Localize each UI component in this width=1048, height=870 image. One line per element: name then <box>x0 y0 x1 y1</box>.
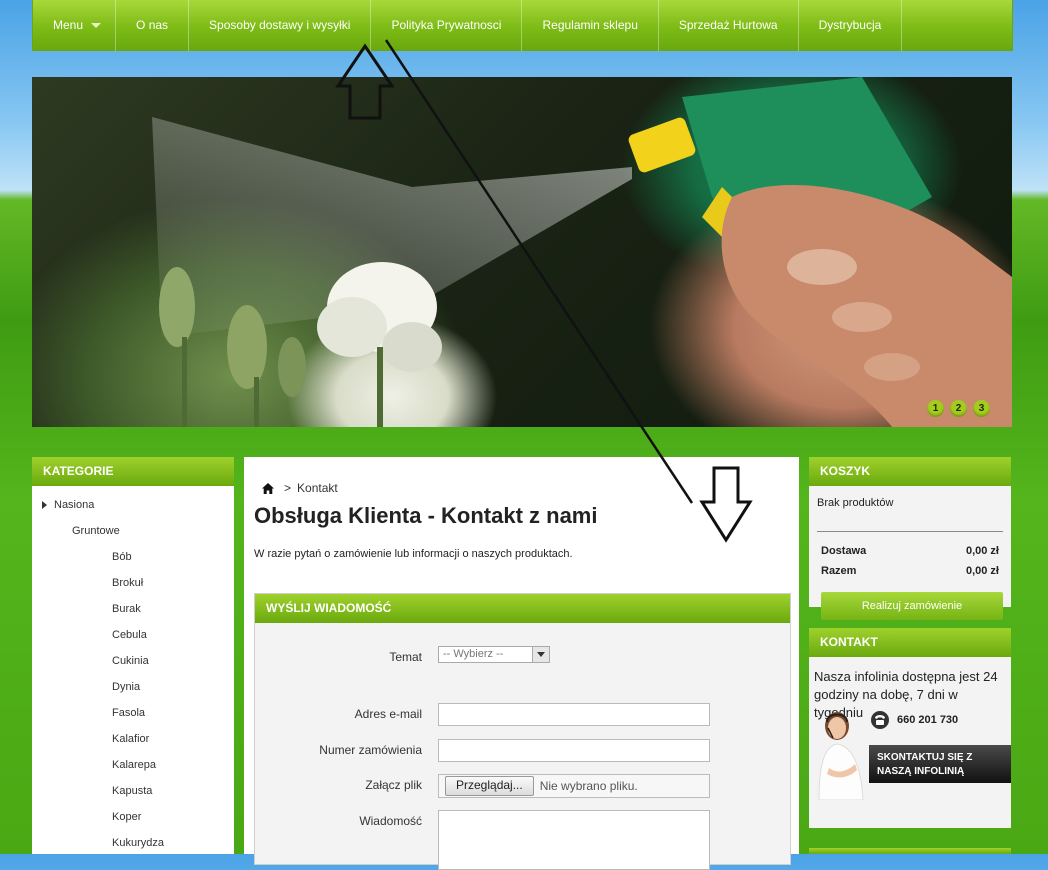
categories-sidebar: KATEGORIE Nasiona Gruntowe Bób Brokuł Bu… <box>32 457 234 854</box>
category-item[interactable]: Kukurydza <box>32 830 234 856</box>
category-item[interactable]: Cukinia <box>32 648 234 674</box>
contact-form-title: WYŚLIJ WIADOMOŚĆ <box>255 594 790 623</box>
breadcrumb: > Kontakt <box>262 481 338 495</box>
message-row: Wiadomość <box>255 810 790 870</box>
subject-label: Temat <box>389 650 422 664</box>
email-label: Adres e-mail <box>354 707 422 721</box>
page-title: Obsługa Klienta - Kontakt z nami <box>254 503 598 528</box>
category-item[interactable]: Brokuł <box>32 570 234 596</box>
banner-image <box>152 77 1012 427</box>
phone-number-text: 660 201 730 <box>897 714 959 726</box>
nav-item-privacy[interactable]: Polityka Prywatnosci <box>371 0 523 51</box>
category-item[interactable]: Bób <box>32 544 234 570</box>
message-label: Wiadomość <box>359 814 422 828</box>
email-row: Adres e-mail <box>255 703 790 727</box>
contact-title: KONTAKT <box>809 628 1011 657</box>
contact-hotline-button-line2: NASZĄ INFOLINIĄ <box>877 766 965 777</box>
home-icon[interactable] <box>262 482 274 494</box>
cart-shipping-label: Dostawa <box>821 545 867 557</box>
subject-select[interactable]: -- Wybierz -- <box>438 646 550 663</box>
nav-item-distribution[interactable]: Dystrybucja <box>799 0 903 51</box>
banner-slider[interactable]: 1 2 3 <box>32 77 1012 427</box>
nav-item-wholesale[interactable]: Sprzedaż Hurtowa <box>659 0 799 51</box>
slider-page-3[interactable]: 3 <box>973 400 990 417</box>
contact-form: WYŚLIJ WIADOMOŚĆ Temat -- Wybierz -- Adr… <box>254 593 791 870</box>
contact-box: KONTAKT Nasza infolinia dostępna jest 24… <box>809 628 1011 828</box>
checkout-button[interactable]: Realizuj zamówienie <box>821 592 1003 620</box>
file-input[interactable]: Przeglądaj... Nie wybrano pliku. <box>438 774 710 798</box>
file-row: Załącz plik Przeglądaj... Nie wybrano pl… <box>255 774 790 798</box>
breadcrumb-current: Kontakt <box>297 481 338 495</box>
page-intro: W razie pytań o zamówienie lub informacj… <box>254 548 573 560</box>
category-gruntowe[interactable]: Gruntowe <box>32 518 234 544</box>
cart-box: KOSZYK Brak produktów Dostawa 0,00 zł Ra… <box>809 457 1011 620</box>
order-number-field[interactable] <box>438 739 710 762</box>
contact-hotline-button-line1: SKONTAKTUJ SIĘ Z <box>877 752 973 763</box>
category-item[interactable]: Dynia <box>32 674 234 700</box>
right-sidebar: KOSZYK Brak produktów Dostawa 0,00 zł Ra… <box>809 457 1011 828</box>
slider-page-2[interactable]: 2 <box>950 400 967 417</box>
cart-total-row: Razem 0,00 zł <box>821 565 999 577</box>
slider-pagination: 1 2 3 <box>927 400 990 417</box>
category-item[interactable]: Koper <box>32 804 234 830</box>
breadcrumb-separator: > <box>284 481 292 495</box>
nav-menu-label: Menu <box>53 18 84 32</box>
cart-shipping-value: 0,00 zł <box>965 545 999 557</box>
category-item[interactable]: Kapusta <box>32 778 234 804</box>
subject-row: Temat -- Wybierz -- <box>255 646 790 670</box>
cart-total-value: 0,00 zł <box>965 565 999 577</box>
category-item[interactable]: Fasola <box>32 700 234 726</box>
file-name-text: Nie wybrano pliku. <box>539 779 638 793</box>
chevron-down-icon <box>91 22 102 28</box>
categories-title: KATEGORIE <box>32 457 234 486</box>
order-number-label: Numer zamówienia <box>319 743 422 757</box>
order-number-row: Numer zamówienia <box>255 739 790 763</box>
category-item[interactable]: Kalarepa <box>32 752 234 778</box>
slider-page-1[interactable]: 1 <box>927 400 944 417</box>
nav-item-shipping[interactable]: Sposoby dostawy i wysyłki <box>189 0 372 51</box>
phone-number: 660 201 730 <box>871 711 958 729</box>
cart-total-label: Razem <box>821 565 857 577</box>
browse-button[interactable]: Przeglądaj... <box>445 776 534 796</box>
category-item[interactable]: Kalafior <box>32 726 234 752</box>
next-box-header <box>809 848 1011 854</box>
file-label: Załącz plik <box>365 778 422 792</box>
cart-title: KOSZYK <box>809 457 1011 486</box>
nav-item-about[interactable]: O nas <box>116 0 190 51</box>
contact-hotline-button[interactable]: SKONTAKTUJ SIĘ Z NASZĄ INFOLINIĄ <box>869 745 1011 783</box>
subject-selected-value: -- Wybierz -- <box>443 648 504 660</box>
cart-shipping-row: Dostawa 0,00 zł <box>821 545 999 557</box>
category-nasiona[interactable]: Nasiona <box>32 492 234 518</box>
nav-item-terms[interactable]: Regulamin sklepu <box>522 0 659 51</box>
nav-menu-toggle[interactable]: Menu <box>33 0 117 51</box>
cart-divider <box>817 531 1003 532</box>
email-field[interactable] <box>438 703 710 726</box>
category-item[interactable]: Cebula <box>32 622 234 648</box>
chevron-down-icon <box>532 647 549 662</box>
category-item[interactable]: Burak <box>32 596 234 622</box>
message-textarea[interactable] <box>438 810 710 870</box>
top-navigation: Menu O nas Sposoby dostawy i wysyłki Pol… <box>32 0 1013 51</box>
cart-empty-text: Brak produktów <box>817 497 894 509</box>
support-agent-image <box>818 712 864 800</box>
category-list: Nasiona Gruntowe Bób Brokuł Burak Cebula… <box>32 486 234 856</box>
main-content: > Kontakt Obsługa Klienta - Kontakt z na… <box>244 457 799 870</box>
phone-icon <box>871 711 889 729</box>
